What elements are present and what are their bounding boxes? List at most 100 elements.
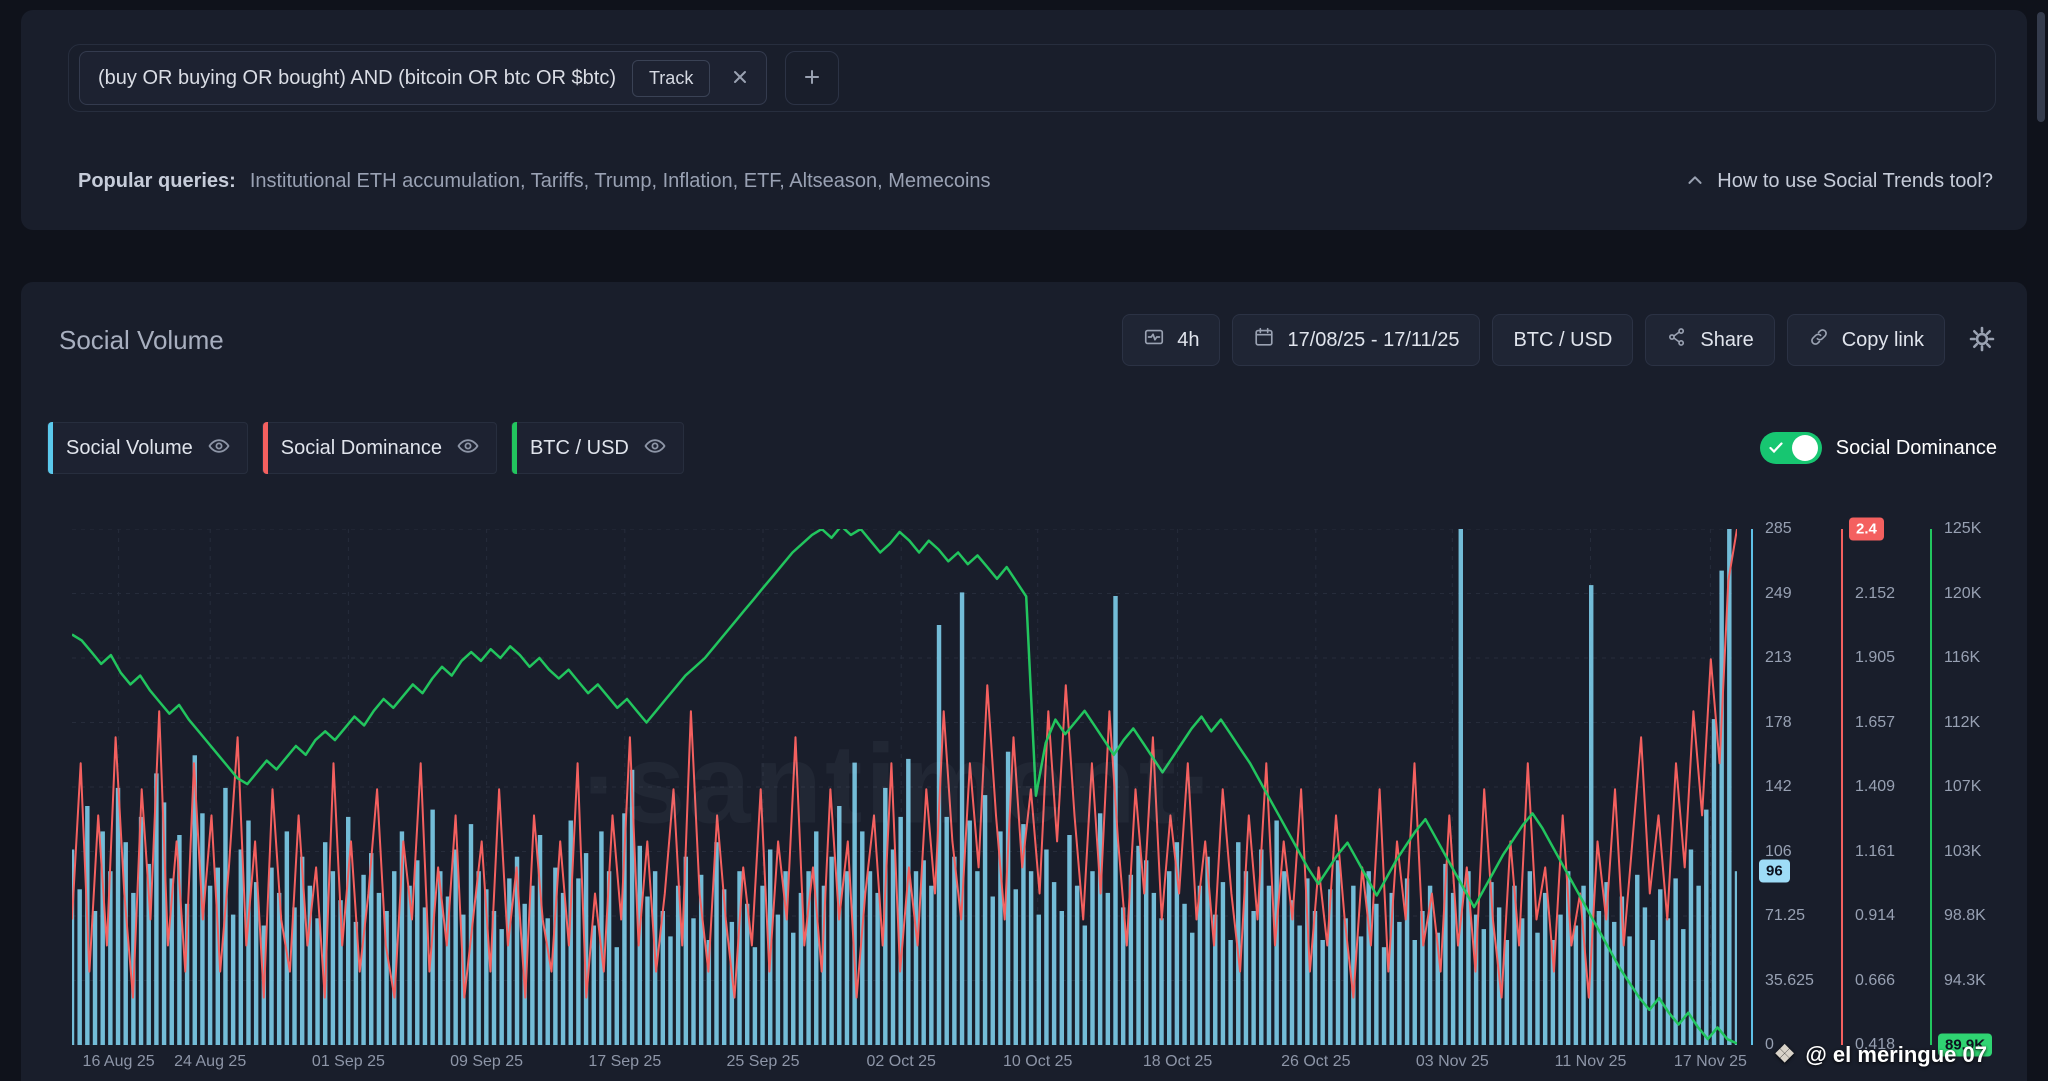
scrollbar-thumb[interactable] [2037, 12, 2045, 122]
axis-tick-label: 213 [1765, 649, 1792, 667]
page-title: Social Volume [59, 325, 224, 356]
x-axis-label: 17 Nov 25 [1674, 1053, 1747, 1071]
axis-tick-label: 98.8K [1944, 907, 1986, 925]
x-axis-label: 09 Sep 25 [450, 1053, 523, 1071]
legend-label: BTC / USD [530, 437, 629, 460]
chevron-up-icon [1685, 170, 1705, 193]
query-input-bar[interactable]: (buy OR buying OR bought) AND (bitcoin O… [68, 44, 1996, 112]
axis-tick-label: 0.666 [1855, 972, 1895, 990]
axis-tick-label: 249 [1765, 585, 1792, 603]
legend-accent-bar [512, 422, 517, 474]
remove-query-button[interactable] [726, 63, 754, 94]
query-text: (buy OR buying OR bought) AND (bitcoin O… [98, 67, 616, 90]
gear-icon [1969, 326, 1995, 355]
popular-queries-list[interactable]: Institutional ETH accumulation, Tariffs,… [250, 170, 991, 193]
current-value-badge: 2.4 [1849, 518, 1884, 541]
axis-tick-label: 1.905 [1855, 649, 1895, 667]
axis-tick-label: 107K [1944, 778, 1981, 796]
x-axis-label: 16 Aug 25 [83, 1053, 155, 1071]
axis-line [1841, 529, 1843, 1045]
date-range-label: 17/08/25 - 17/11/25 [1287, 329, 1459, 352]
help-link[interactable]: How to use Social Trends tool? [1685, 170, 1993, 193]
date-range-button[interactable]: 17/08/25 - 17/11/25 [1232, 314, 1480, 366]
social-trends-search-panel: (buy OR buying OR bought) AND (bitcoin O… [21, 10, 2027, 230]
axis-line [1930, 529, 1932, 1045]
popular-queries-row: Popular queries: Institutional ETH accum… [78, 170, 1993, 193]
link-icon [1808, 326, 1830, 354]
axis-tick-label: 285 [1765, 520, 1792, 538]
axis-tick-label: 125K [1944, 520, 1981, 538]
chart-toolbar: 4h 17/08/25 - 17/11/25 BTC / USD Share [1122, 314, 1999, 366]
calendar-icon [1253, 326, 1275, 354]
axis-tick-label: 0.914 [1855, 907, 1895, 925]
x-axis-label: 24 Aug 25 [174, 1053, 246, 1071]
x-axis-label: 01 Sep 25 [312, 1053, 385, 1071]
share-button[interactable]: Share [1645, 314, 1774, 366]
social-dominance-toggle-group: Social Dominance [1760, 432, 1997, 464]
axis-tick-label: 178 [1765, 714, 1792, 732]
settings-button[interactable] [1965, 322, 1999, 359]
legend-label: Social Volume [66, 437, 193, 460]
plus-icon [801, 66, 823, 91]
y-axis-social-volume: 28524921317814210671.2535.625096 [1751, 529, 1837, 1045]
credit-watermark: ❖ @ el meringue 07 [1774, 1040, 1987, 1069]
legend-row: Social Volume Social Dominance BTC / USD [47, 422, 1997, 474]
x-axis-label: 03 Nov 25 [1416, 1053, 1489, 1071]
y-axis-social-dominance: 2.1521.9051.6571.4091.1610.9140.6660.418… [1841, 529, 1927, 1045]
axis-tick-label: 2.152 [1855, 585, 1895, 603]
toggle-label: Social Dominance [1836, 437, 1997, 460]
help-link-label: How to use Social Trends tool? [1717, 170, 1993, 193]
interval-icon [1143, 326, 1165, 354]
x-axis-labels: 16 Aug 25 24 Aug 25 01 Sep 25 09 Sep 25 17 S… [72, 1053, 1737, 1079]
axis-tick-label: 1.409 [1855, 778, 1895, 796]
axis-tick-label: 71.25 [1765, 907, 1805, 925]
axis-tick-label: 103K [1944, 843, 1981, 861]
close-icon [730, 67, 750, 90]
add-query-button[interactable] [785, 51, 839, 105]
axis-tick-label: 94.3K [1944, 972, 1986, 990]
interval-button[interactable]: 4h [1122, 314, 1220, 366]
share-label: Share [1700, 329, 1753, 352]
pair-label: BTC / USD [1513, 329, 1612, 352]
axis-tick-label: 1.161 [1855, 843, 1895, 861]
social-dominance-toggle[interactable] [1760, 432, 1822, 464]
chart-header: Social Volume 4h 17/08/25 - 17/11/25 BTC… [59, 312, 1999, 368]
axis-tick-label: 142 [1765, 778, 1792, 796]
query-chip[interactable]: (buy OR buying OR bought) AND (bitcoin O… [79, 51, 767, 105]
current-value-badge: 96 [1759, 860, 1790, 883]
check-icon [1769, 442, 1783, 457]
track-button[interactable]: Track [632, 60, 710, 97]
x-axis-label: 10 Oct 25 [1003, 1053, 1072, 1071]
x-axis-label: 18 Oct 25 [1143, 1053, 1212, 1071]
eye-icon[interactable] [643, 434, 667, 463]
axis-tick-label: 35.625 [1765, 972, 1814, 990]
legend-chip-btc-usd[interactable]: BTC / USD [511, 422, 684, 474]
eye-icon[interactable] [456, 434, 480, 463]
axis-tick-label: 1.657 [1855, 714, 1895, 732]
axis-tick-label: 0 [1765, 1036, 1774, 1054]
x-axis-label: 02 Oct 25 [867, 1053, 936, 1071]
eye-icon[interactable] [207, 434, 231, 463]
axis-tick-label: 120K [1944, 585, 1981, 603]
legend-accent-bar [48, 422, 53, 474]
copy-link-button[interactable]: Copy link [1787, 314, 1945, 366]
legend-accent-bar [263, 422, 268, 474]
x-axis-label: 17 Sep 25 [588, 1053, 661, 1071]
y-axis-btc-usd: 125K120K116K112K107K103K98.8K94.3K89.9K [1930, 529, 2016, 1045]
toggle-knob [1792, 435, 1818, 461]
x-axis-label: 26 Oct 25 [1281, 1053, 1350, 1071]
legend-chip-social-dominance[interactable]: Social Dominance [262, 422, 497, 474]
legend-label: Social Dominance [281, 437, 442, 460]
chart-plot-area[interactable] [72, 529, 1737, 1045]
popular-queries-label: Popular queries: [78, 170, 236, 193]
pair-button[interactable]: BTC / USD [1492, 314, 1633, 366]
credit-text: @ el meringue 07 [1805, 1042, 1987, 1068]
social-volume-panel: Social Volume 4h 17/08/25 - 17/11/25 BTC… [21, 282, 2027, 1081]
legend-chip-social-volume[interactable]: Social Volume [47, 422, 248, 474]
x-axis-label: 25 Sep 25 [727, 1053, 800, 1071]
interval-label: 4h [1177, 329, 1199, 352]
x-axis-label: 11 Nov 25 [1555, 1053, 1627, 1071]
axis-tick-label: 106 [1765, 843, 1792, 861]
diamond-icon: ❖ [1774, 1040, 1796, 1069]
axis-line [1751, 529, 1753, 1045]
